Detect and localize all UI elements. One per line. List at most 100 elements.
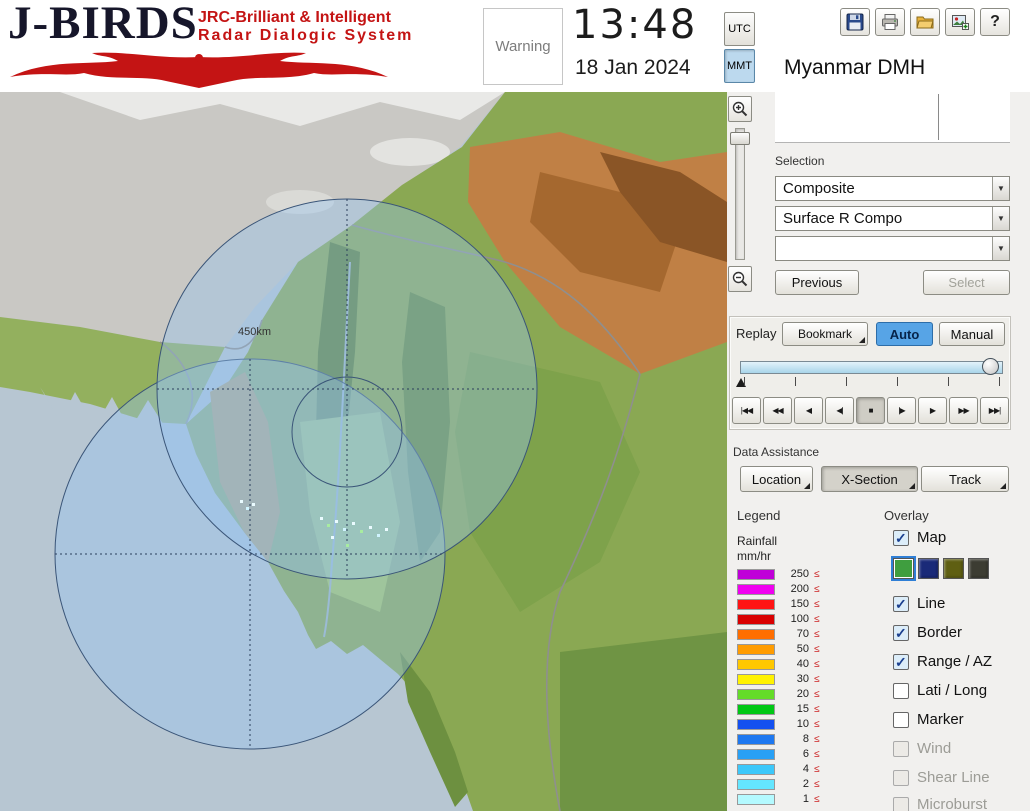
checkbox[interactable]: ✓ — [893, 625, 909, 641]
track-button[interactable]: Track — [921, 466, 1009, 492]
check-icon: ✓ — [895, 596, 907, 612]
chevron-down-icon[interactable]: ▼ — [992, 207, 1009, 230]
auto-button[interactable]: Auto — [876, 322, 933, 346]
bookmark-button[interactable]: Bookmark — [782, 322, 868, 346]
print-button[interactable] — [875, 8, 905, 36]
range-label: 450km — [238, 326, 271, 338]
composite-dropdown[interactable]: Composite ▼ — [775, 176, 1010, 201]
slider-tick — [744, 377, 745, 386]
playback-reverse-button[interactable]: ◀ — [794, 397, 823, 424]
map-style-swatch-navy[interactable] — [918, 558, 939, 579]
slider-tick — [999, 377, 1000, 386]
legend-color-swatch — [737, 764, 775, 775]
control-panel: Selection Composite ▼ Surface R Compo ▼ … — [727, 92, 1030, 811]
slider-tick — [948, 377, 949, 386]
zoom-out-icon — [732, 271, 748, 287]
product-dropdown-value: Surface R Compo — [783, 210, 903, 227]
help-button[interactable]: ? — [980, 8, 1010, 36]
map-style-swatch-olive[interactable] — [943, 558, 964, 579]
replay-slider-track[interactable] — [740, 361, 1003, 374]
info-area — [775, 92, 1010, 143]
checkbox[interactable]: ✓ — [893, 712, 909, 728]
folder-open-icon — [916, 16, 934, 29]
clock-time: 13:48 — [572, 2, 698, 48]
legend-color-swatch — [737, 794, 775, 805]
map-style-swatch-gray[interactable] — [968, 558, 989, 579]
lte-icon: ≤ — [814, 719, 820, 730]
zoom-in-icon — [732, 101, 748, 117]
lte-icon: ≤ — [814, 674, 820, 685]
legend-color-swatch — [737, 734, 775, 745]
manual-button[interactable]: Manual — [939, 322, 1005, 346]
zoom-in-button[interactable] — [728, 96, 752, 122]
checkbox: ✓ — [893, 741, 909, 757]
location-button[interactable]: Location — [740, 466, 813, 492]
legend-color-swatch — [737, 749, 775, 760]
lte-icon: ≤ — [814, 779, 820, 790]
checkbox[interactable]: ✓ — [893, 654, 909, 670]
select-button[interactable]: Select — [923, 270, 1010, 295]
utc-button[interactable]: UTC — [724, 12, 755, 46]
menu-corner-icon — [1000, 483, 1006, 489]
map-style-swatch-green[interactable] — [893, 558, 914, 579]
app-logo-title: J-BIRDS — [8, 0, 198, 49]
lte-icon: ≤ — [814, 614, 820, 625]
lte-icon: ≤ — [814, 569, 820, 580]
checkbox[interactable]: ✓ — [893, 596, 909, 612]
chevron-down-icon[interactable]: ▼ — [992, 177, 1009, 200]
legend-color-swatch — [737, 779, 775, 790]
lte-icon: ≤ — [814, 659, 820, 670]
playback-fast-rewind-button[interactable]: ◀◀ — [763, 397, 792, 424]
legend-color-swatch — [737, 719, 775, 730]
checkbox[interactable]: ✓ — [893, 530, 909, 546]
lte-icon: ≤ — [814, 704, 820, 715]
xsection-button[interactable]: X-Section — [821, 466, 918, 492]
playback-step-back-button[interactable]: ◀| — [825, 397, 854, 424]
legend-color-swatch — [737, 614, 775, 625]
lte-icon: ≤ — [814, 764, 820, 775]
map-svg: 450km — [0, 92, 727, 811]
chevron-down-icon[interactable]: ▼ — [992, 237, 1009, 260]
lte-icon: ≤ — [814, 689, 820, 700]
image-add-icon — [952, 15, 969, 30]
checkbox: ✓ — [893, 797, 909, 811]
print-icon — [882, 14, 898, 30]
zoom-slider-thumb[interactable] — [730, 132, 750, 145]
composite-dropdown-value: Composite — [783, 180, 855, 197]
legend-color-swatch — [737, 569, 775, 580]
data-assistance-label: Data Assistance — [733, 445, 820, 459]
previous-button[interactable]: Previous — [775, 270, 859, 295]
replay-slider-thumb[interactable] — [982, 358, 999, 375]
playback-jump-start-button[interactable]: |◀◀ — [732, 397, 761, 424]
checkbox[interactable]: ✓ — [893, 683, 909, 699]
zoom-slider-track[interactable] — [735, 128, 745, 260]
playback-step-forward-button[interactable]: |▶ — [887, 397, 916, 424]
empty-dropdown[interactable]: ▼ — [775, 236, 1010, 261]
playback-fast-forward-button[interactable]: ▶▶ — [949, 397, 978, 424]
playback-jump-end-button[interactable]: ▶▶| — [980, 397, 1009, 424]
replay-panel: Replay Bookmark Auto Manual |◀◀ ◀◀ ◀ ◀| … — [729, 316, 1011, 430]
check-icon: ✓ — [895, 625, 907, 641]
menu-corner-icon — [804, 483, 810, 489]
legend-color-swatch — [737, 629, 775, 640]
mmt-button[interactable]: MMT — [724, 49, 755, 83]
check-icon: ✓ — [895, 654, 907, 670]
open-folder-button[interactable] — [910, 8, 940, 36]
product-dropdown[interactable]: Surface R Compo ▼ — [775, 206, 1010, 231]
slider-tick — [846, 377, 847, 386]
playback-play-button[interactable]: ▶ — [918, 397, 947, 424]
zoom-out-button[interactable] — [728, 266, 752, 292]
warning-indicator: Warning — [483, 8, 563, 85]
legend-title: Rainfall — [737, 534, 778, 548]
legend-color-swatch — [737, 644, 775, 655]
save-button[interactable] — [840, 8, 870, 36]
eagle-logo-icon — [10, 52, 388, 88]
clock-date: 18 Jan 2024 — [575, 56, 691, 79]
radar-map[interactable]: 450km — [0, 92, 727, 811]
lte-icon: ≤ — [814, 584, 820, 595]
warning-label: Warning — [495, 38, 551, 55]
image-add-button[interactable] — [945, 8, 975, 36]
lte-icon: ≤ — [814, 599, 820, 610]
playback-stop-button[interactable]: ■ — [856, 397, 885, 424]
lte-icon: ≤ — [814, 734, 820, 745]
